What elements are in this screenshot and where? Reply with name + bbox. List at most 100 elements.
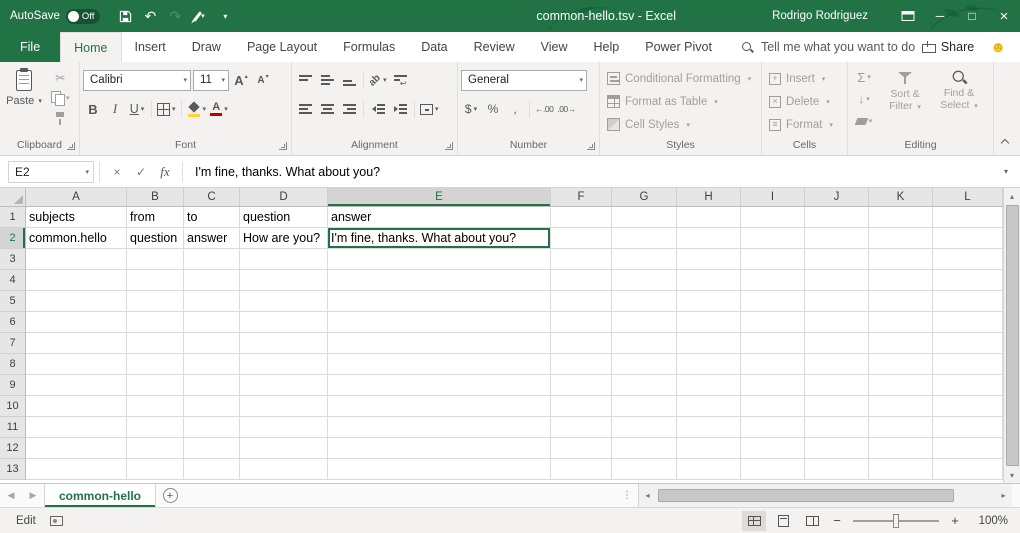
cell-H1[interactable] [677,207,741,228]
cell-H3[interactable] [677,249,741,270]
fill-button[interactable]: ↓▾ [851,89,877,109]
tab-view[interactable]: View [528,32,581,62]
cell-L5[interactable] [933,291,1003,312]
cell-D10[interactable] [240,396,328,417]
zoom-slider-thumb[interactable] [893,514,899,528]
align-right-button[interactable] [339,99,359,119]
italic-button[interactable]: I [105,99,125,119]
cell-H5[interactable] [677,291,741,312]
comma-style-button[interactable]: , [505,99,525,119]
cell-E2[interactable]: I'm fine, thanks. What about you? [328,228,551,249]
cell-J8[interactable] [805,354,869,375]
autosum-button[interactable]: Σ▾ [851,67,877,87]
cell-F3[interactable] [551,249,612,270]
format-cells-button[interactable]: ≡Format▾ [765,114,844,135]
share-button[interactable]: Share [922,40,974,54]
cell-F6[interactable] [551,312,612,333]
cell-G12[interactable] [612,438,677,459]
cell-K2[interactable] [869,228,933,249]
cell-C10[interactable] [184,396,240,417]
cell-H4[interactable] [677,270,741,291]
column-header-G[interactable]: G [612,188,677,207]
align-left-button[interactable] [295,99,315,119]
cell-B13[interactable] [127,459,184,480]
cell-J9[interactable] [805,375,869,396]
save-button[interactable] [114,4,136,28]
customize-qat-button[interactable]: ▾ [214,4,236,28]
increase-indent-button[interactable] [390,99,410,119]
cell-L13[interactable] [933,459,1003,480]
cell-L3[interactable] [933,249,1003,270]
row-header-12[interactable]: 12 [0,438,26,459]
top-align-button[interactable] [295,70,315,90]
cell-C11[interactable] [184,417,240,438]
cell-H10[interactable] [677,396,741,417]
cell-G8[interactable] [612,354,677,375]
collapse-ribbon-button[interactable] [1000,137,1010,147]
cell-L6[interactable] [933,312,1003,333]
view-normal-button[interactable] [742,511,766,531]
sort-filter-button[interactable]: Sort & Filter ▾ [879,67,931,131]
orientation-button[interactable]: ab▾ [368,70,388,90]
cell-C4[interactable] [184,270,240,291]
cell-H9[interactable] [677,375,741,396]
clipboard-dialog-launcher[interactable] [67,142,75,150]
cell-I9[interactable] [741,375,805,396]
cell-H2[interactable] [677,228,741,249]
cell-E11[interactable] [328,417,551,438]
new-sheet-button[interactable]: + [156,484,184,507]
row-header-5[interactable]: 5 [0,291,26,312]
row-header-6[interactable]: 6 [0,312,26,333]
cell-I11[interactable] [741,417,805,438]
cell-C3[interactable] [184,249,240,270]
cell-C6[interactable] [184,312,240,333]
cell-K5[interactable] [869,291,933,312]
cell-D5[interactable] [240,291,328,312]
minimize-button[interactable]: ─ [924,0,956,32]
maximize-button[interactable]: □ [956,0,988,32]
cut-button[interactable]: ✂ [50,69,71,87]
cell-K13[interactable] [869,459,933,480]
cell-B6[interactable] [127,312,184,333]
cell-I10[interactable] [741,396,805,417]
cell-C1[interactable]: to [184,207,240,228]
row-header-11[interactable]: 11 [0,417,26,438]
cell-K6[interactable] [869,312,933,333]
cell-B9[interactable] [127,375,184,396]
format-painter-button[interactable] [50,109,71,127]
increase-decimal-button[interactable]: ←.00 [534,99,554,119]
column-header-J[interactable]: J [805,188,869,207]
tab-scrollbar-splitter[interactable]: ⋮ [616,484,638,507]
cell-K8[interactable] [869,354,933,375]
row-header-2[interactable]: 2 [0,228,26,249]
row-header-8[interactable]: 8 [0,354,26,375]
cell-H6[interactable] [677,312,741,333]
cell-I3[interactable] [741,249,805,270]
merge-center-button[interactable]: ▾ [419,99,440,119]
cell-J7[interactable] [805,333,869,354]
expand-formula-bar-button[interactable]: ▾ [996,167,1016,176]
cell-F13[interactable] [551,459,612,480]
row-header-13[interactable]: 13 [0,459,26,480]
column-header-A[interactable]: A [26,188,127,207]
cell-C12[interactable] [184,438,240,459]
cell-A11[interactable] [26,417,127,438]
column-header-C[interactable]: C [184,188,240,207]
cell-B8[interactable] [127,354,184,375]
cell-I4[interactable] [741,270,805,291]
cell-D3[interactable] [240,249,328,270]
cell-A10[interactable] [26,396,127,417]
cell-E6[interactable] [328,312,551,333]
cell-F4[interactable] [551,270,612,291]
cell-G4[interactable] [612,270,677,291]
alignment-dialog-launcher[interactable] [445,142,453,150]
cell-H7[interactable] [677,333,741,354]
cell-L1[interactable] [933,207,1003,228]
cell-J11[interactable] [805,417,869,438]
cell-I6[interactable] [741,312,805,333]
cell-K9[interactable] [869,375,933,396]
cell-G5[interactable] [612,291,677,312]
cell-I7[interactable] [741,333,805,354]
font-dialog-launcher[interactable] [279,142,287,150]
cell-B11[interactable] [127,417,184,438]
